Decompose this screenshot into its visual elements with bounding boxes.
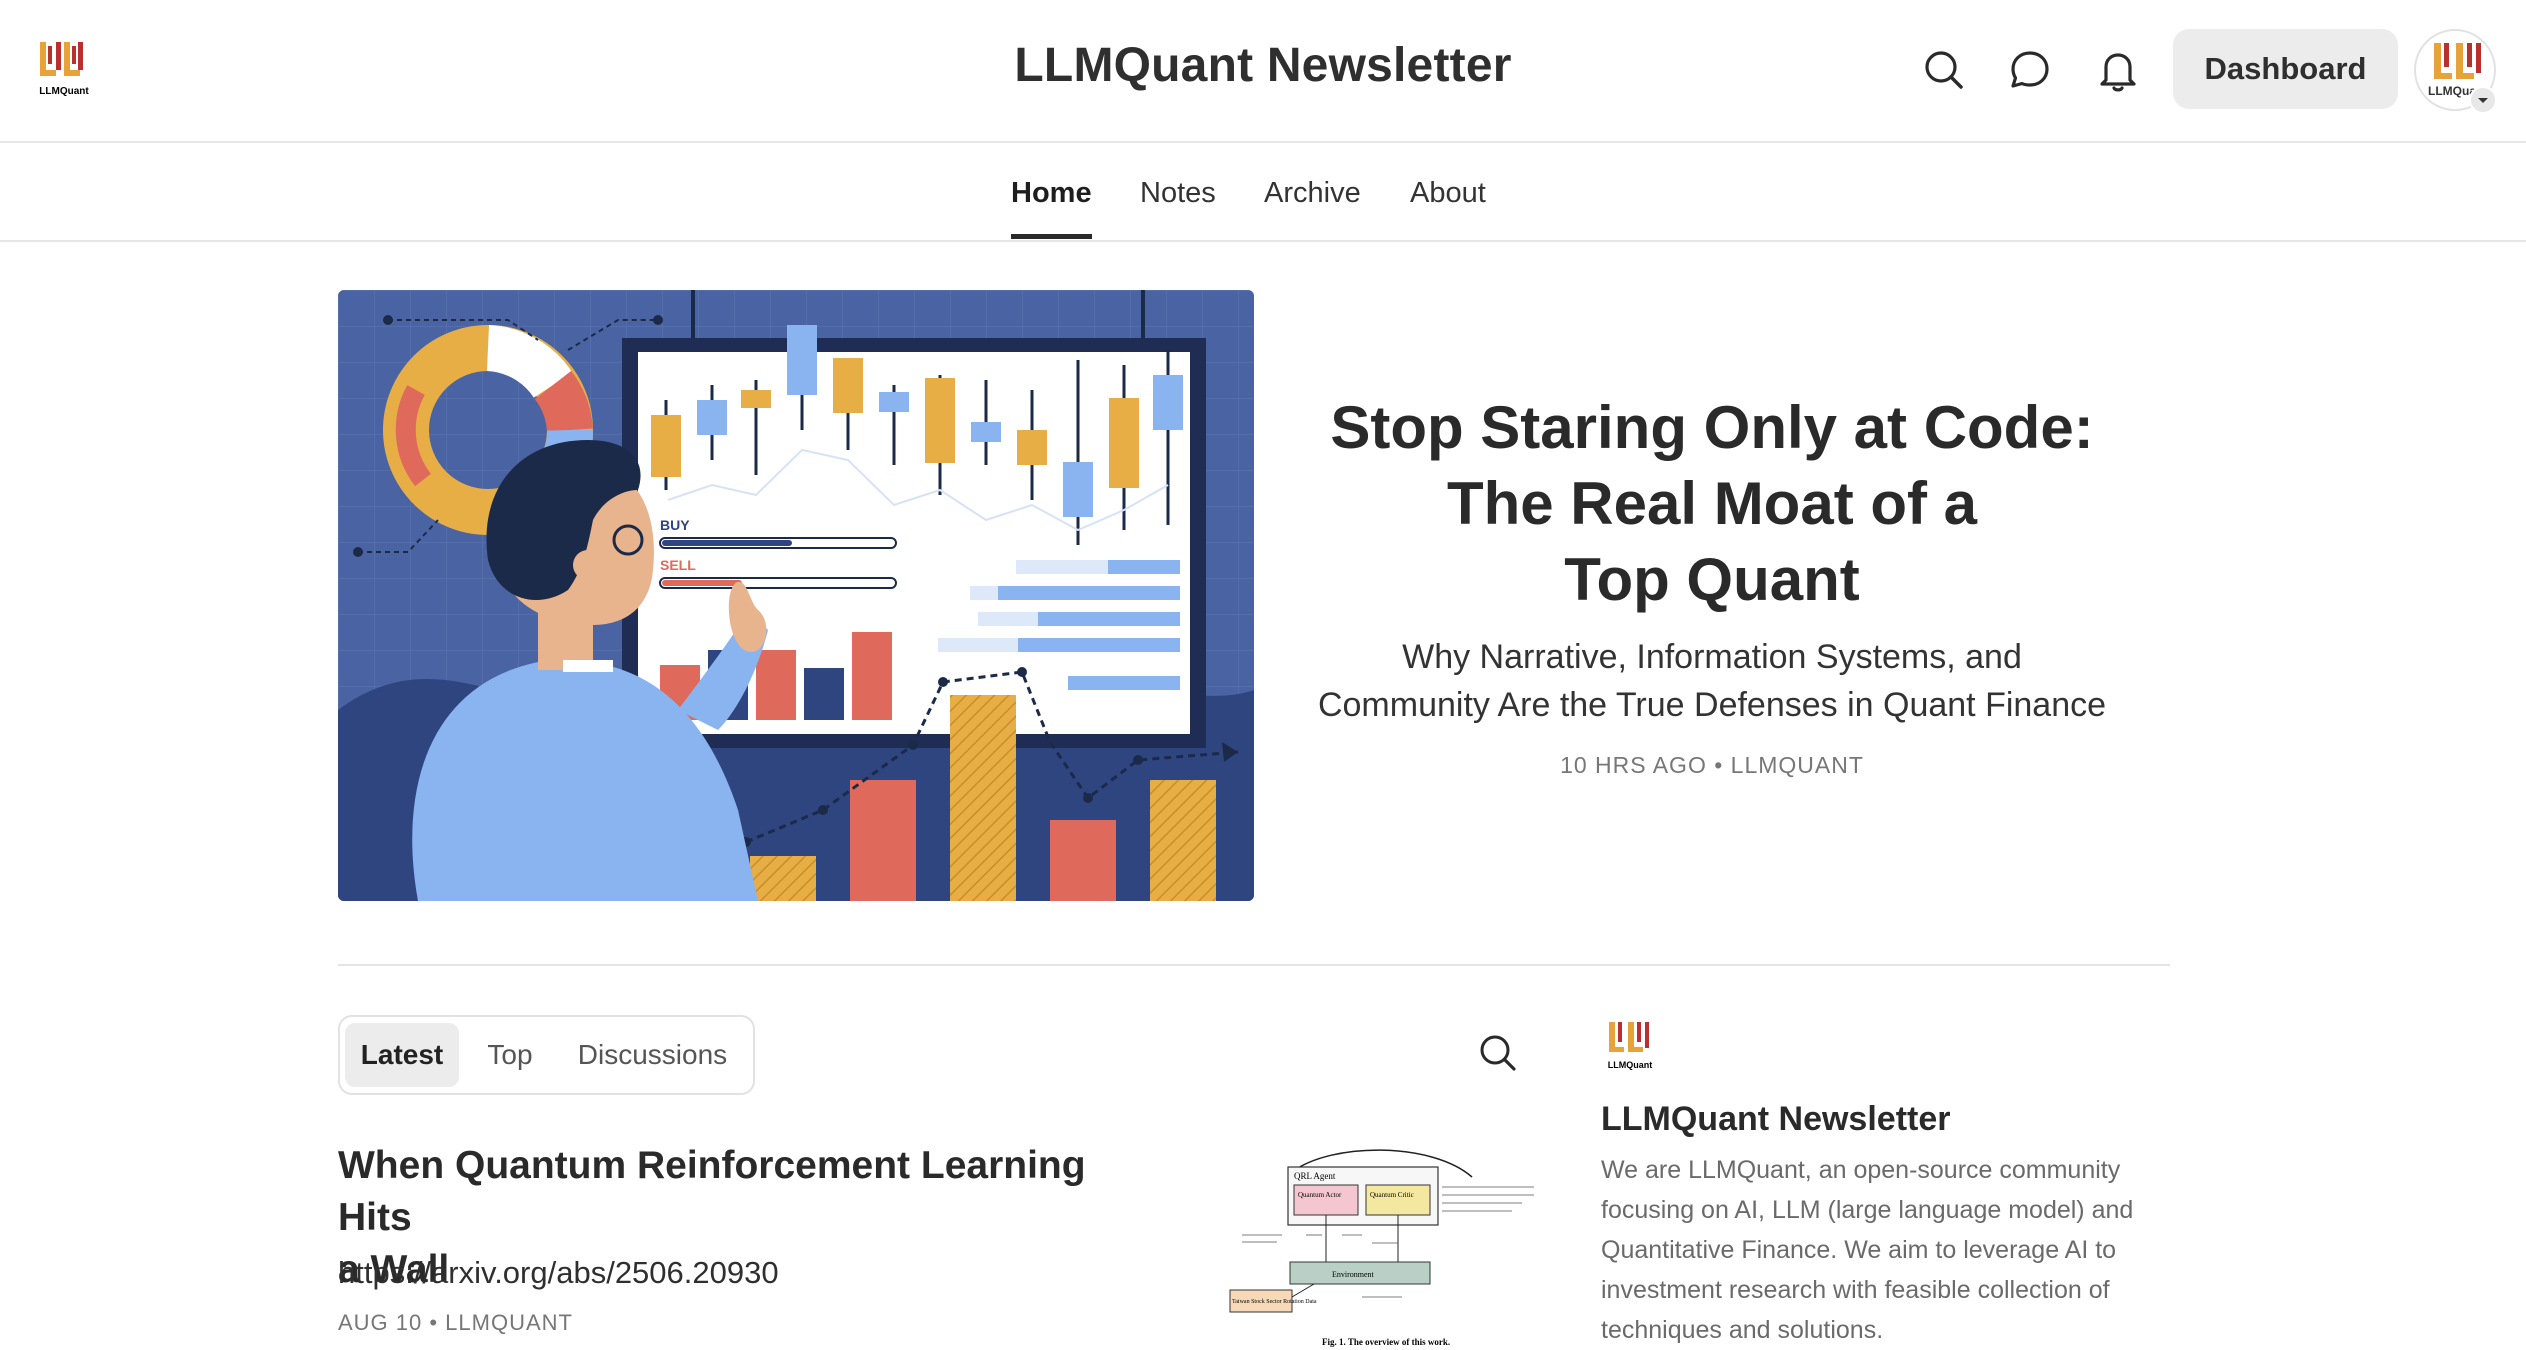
hero-title-line-2[interactable]: The Real Moat of a bbox=[1300, 466, 2124, 542]
description-line: focusing on AI, LLM (large language mode… bbox=[1601, 1196, 2134, 1224]
account-menu-chevron-icon[interactable] bbox=[2469, 86, 2497, 114]
nav-home[interactable]: Home bbox=[1011, 177, 1092, 210]
hero-illustration: BUY SELL bbox=[338, 290, 1254, 901]
hero-title-line-3[interactable]: Top Quant bbox=[1300, 542, 2124, 618]
buy-label: BUY bbox=[660, 517, 690, 533]
description-line: We are LLMQuant, an open-source communit… bbox=[1601, 1156, 2121, 1184]
hero-image[interactable]: BUY SELL bbox=[338, 290, 1254, 901]
feed-tabs: Latest Top Discussions bbox=[338, 1015, 755, 1095]
description-line: Quantitative Finance. We aim to leverage… bbox=[1601, 1236, 2117, 1264]
thumb-actor-label: Quantum Actor bbox=[1298, 1191, 1342, 1199]
post-meta: AUG 10 • LLMQUANT bbox=[338, 1310, 573, 1335]
bell-icon[interactable] bbox=[2092, 44, 2144, 96]
hero-subtitle: Why Narrative, Information Systems, and … bbox=[1300, 633, 2124, 729]
hero-meta: 10 HRS AGO • LLMQUANT bbox=[1560, 752, 1864, 778]
main-nav: Home Notes Archive About bbox=[0, 143, 2526, 242]
nav-archive[interactable]: Archive bbox=[1264, 177, 1361, 210]
hero-subtitle-line-1: Why Narrative, Information Systems, and bbox=[1402, 638, 2022, 676]
hero-title-line-1[interactable]: Stop Staring Only at Code: bbox=[1300, 390, 2124, 466]
search-icon[interactable] bbox=[1474, 1029, 1522, 1077]
publication-logo[interactable]: LLMQuant bbox=[1601, 1018, 1659, 1076]
post-thumbnail[interactable]: QRL Agent Quantum Actor Quantum Critic E… bbox=[1222, 1147, 1542, 1350]
tab-latest[interactable]: Latest bbox=[345, 1023, 459, 1087]
post-title-line-1[interactable]: When Quantum Reinforcement Learning Hits bbox=[338, 1140, 1158, 1244]
dashboard-button[interactable]: Dashboard bbox=[2173, 29, 2398, 109]
chat-icon[interactable] bbox=[2004, 44, 2056, 96]
nav-about[interactable]: About bbox=[1410, 177, 1486, 210]
nav-active-indicator bbox=[1011, 234, 1092, 239]
section-divider bbox=[338, 964, 2170, 966]
thumb-caption: Fig. 1. The overview of this work. bbox=[1322, 1337, 1450, 1347]
post-thumbnail-diagram: QRL Agent Quantum Actor Quantum Critic E… bbox=[1229, 1149, 1534, 1347]
tab-discussions[interactable]: Discussions bbox=[560, 1023, 745, 1087]
thumb-agent-label: QRL Agent bbox=[1294, 1171, 1336, 1181]
sell-label: SELL bbox=[660, 557, 696, 573]
description-line: techniques and solutions. bbox=[1601, 1316, 1884, 1344]
post-url[interactable]: https://arxiv.org/abs/2506.20930 bbox=[338, 1255, 779, 1291]
tab-top[interactable]: Top bbox=[470, 1023, 550, 1087]
top-header: LLMQuant LLMQuant Newsletter Dashboard L… bbox=[0, 0, 2526, 143]
thumb-critic-label: Quantum Critic bbox=[1370, 1191, 1414, 1199]
publication-logo-text: LLMQuant bbox=[1608, 1060, 1653, 1070]
search-icon[interactable] bbox=[1918, 44, 1970, 96]
thumb-data-label: Taiwan Stock Sector Rotation Data bbox=[1232, 1299, 1317, 1305]
hero-title[interactable]: Stop Staring Only at Code: The Real Moat… bbox=[1300, 390, 2124, 618]
nav-notes[interactable]: Notes bbox=[1140, 177, 1216, 210]
hero-subtitle-line-2: Community Are the True Defenses in Quant… bbox=[1317, 686, 2107, 724]
description-line: investment research with feasible collec… bbox=[1601, 1276, 2110, 1304]
publication-title[interactable]: LLMQuant Newsletter bbox=[1601, 1100, 1950, 1139]
thumb-environment-label: Environment bbox=[1332, 1270, 1375, 1279]
publication-description: We are LLMQuant, an open-source communit… bbox=[1601, 1150, 2201, 1350]
site-title[interactable]: LLMQuant Newsletter bbox=[0, 38, 2526, 93]
